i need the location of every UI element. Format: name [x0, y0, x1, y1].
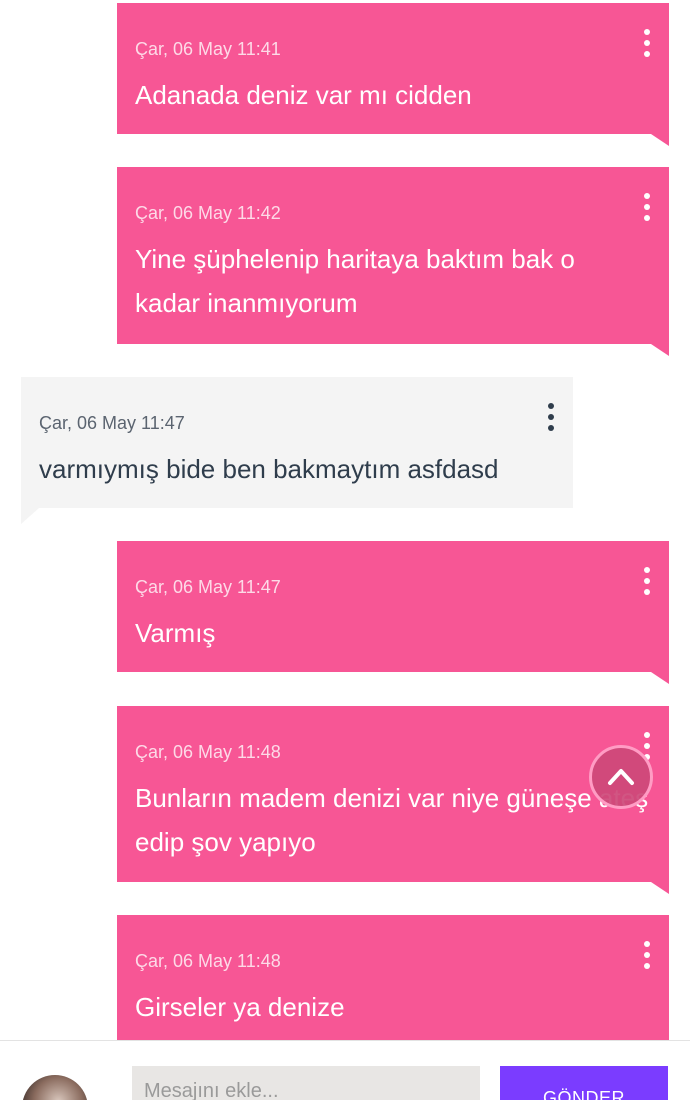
- bubble-tail: [651, 672, 669, 684]
- chevron-up-icon: [608, 769, 634, 785]
- message-bubble: Çar, 06 May 11:47 Varmış: [117, 541, 669, 684]
- message-text: Girseler ya denize: [135, 992, 345, 1022]
- message-text: Yine şüphelenip haritaya baktım bak o ka…: [135, 244, 575, 318]
- message-time: Çar, 06 May 11:48: [135, 742, 281, 762]
- more-vertical-icon[interactable]: [643, 567, 651, 597]
- more-vertical-icon[interactable]: [547, 403, 555, 433]
- message-time: Çar, 06 May 11:42: [135, 203, 281, 223]
- message-text: varmıymış bide ben bakmaytım asfdasd: [39, 454, 499, 484]
- scroll-to-top-button[interactable]: [589, 745, 653, 809]
- more-vertical-icon[interactable]: [643, 941, 651, 971]
- message-composer: GÖNDER: [0, 1040, 690, 1100]
- message-time: Çar, 06 May 11:41: [135, 39, 281, 59]
- message-time: Çar, 06 May 11:48: [135, 951, 281, 971]
- bubble-tail: [651, 344, 669, 356]
- message-text: Varmış: [135, 618, 216, 648]
- avatar: [22, 1075, 88, 1100]
- message-bubble: Çar, 06 May 11:42 Yine şüphelenip harita…: [117, 167, 669, 356]
- bubble-tail: [651, 134, 669, 146]
- message-bubble: Çar, 06 May 11:48 Girseler ya denize: [117, 915, 669, 1055]
- message-text: Adanada deniz var mı cidden: [135, 80, 472, 110]
- more-vertical-icon[interactable]: [643, 29, 651, 59]
- bubble-tail: [651, 882, 669, 894]
- message-bubble: Çar, 06 May 11:47 varmıymış bide ben bak…: [21, 377, 573, 524]
- send-button[interactable]: GÖNDER: [500, 1066, 668, 1100]
- message-input[interactable]: [132, 1066, 480, 1100]
- message-text: Bunların madem denizi var niye güneşe at…: [135, 783, 649, 857]
- message-time: Çar, 06 May 11:47: [39, 413, 185, 433]
- message-bubble: Çar, 06 May 11:48 Bunların madem denizi …: [117, 706, 669, 894]
- message-bubble: Çar, 06 May 11:41 Adanada deniz var mı c…: [117, 3, 669, 146]
- bubble-tail: [21, 508, 39, 524]
- more-vertical-icon[interactable]: [643, 193, 651, 223]
- chat-thread: Çar, 06 May 11:41 Adanada deniz var mı c…: [0, 0, 690, 1100]
- message-time: Çar, 06 May 11:47: [135, 577, 281, 597]
